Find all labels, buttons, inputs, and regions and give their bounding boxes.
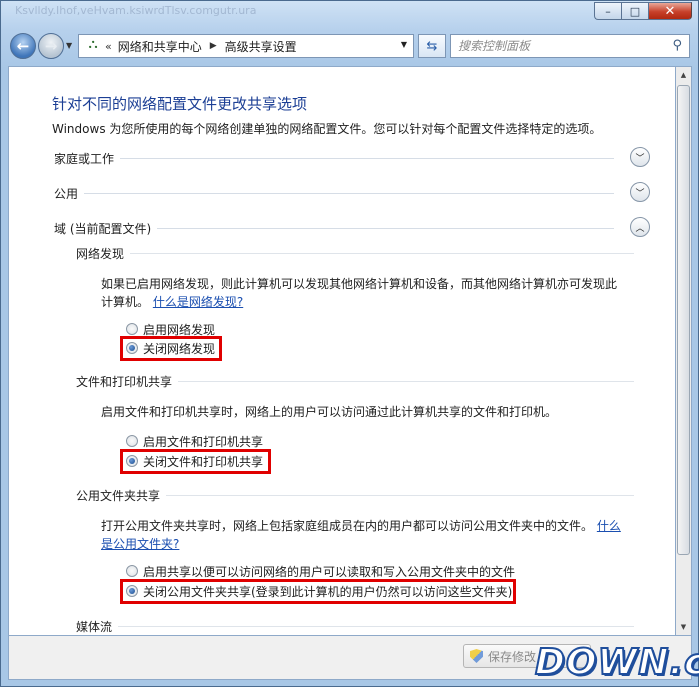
chevron-up-icon[interactable]: ︿ <box>630 217 650 237</box>
public-folder-header: 公用文件夹共享 <box>76 487 634 504</box>
divider <box>54 193 614 194</box>
public-folder-description: 打开公用文件夹共享时，网络上包括家庭组成员在内的用户都可以访问公用文件夹中的文件… <box>101 519 621 551</box>
forward-button[interactable]: → <box>38 33 64 59</box>
navigation-bar: ← → ▼ ⛬ « 网络和共享中心 ▶ 高级共享设置 ▼ ⇆ ⚲ <box>8 30 691 62</box>
search-input[interactable] <box>458 39 658 53</box>
profile-label: 家庭或工作 <box>54 150 121 167</box>
caption-buttons: – □ ✕ <box>594 2 692 20</box>
what-is-public-folder-link-a[interactable]: 什么 <box>597 519 621 533</box>
minimize-button[interactable]: – <box>594 2 621 20</box>
network-discovery-header: 网络发现 <box>76 245 634 262</box>
subsection-title: 公用文件夹共享 <box>76 487 167 504</box>
divider <box>54 158 614 159</box>
profile-label: 公用 <box>54 185 85 202</box>
address-chevron-icon[interactable]: « <box>105 40 112 53</box>
chevron-down-icon[interactable]: ﹀ <box>630 182 650 202</box>
highlight-box <box>120 449 271 474</box>
close-button[interactable]: ✕ <box>648 2 692 20</box>
breadcrumb-separator-icon[interactable]: ▶ <box>210 41 217 51</box>
window-title: Ksvlldy.Ihof,veHvam.ksiwrdTlsv.comgutr.u… <box>15 4 257 17</box>
what-is-network-discovery-link[interactable]: 什么是网络发现? <box>153 295 243 309</box>
file-printer-header: 文件和打印机共享 <box>76 373 634 390</box>
profile-public[interactable]: 公用 ﹀ <box>54 182 650 205</box>
profile-label: 域 (当前配置文件) <box>54 220 158 237</box>
recent-pages-dropdown-icon[interactable]: ▼ <box>66 41 72 50</box>
profile-home-work[interactable]: 家庭或工作 ﹀ <box>54 147 650 170</box>
radio-enable-network-discovery[interactable]: 启用网络发现 <box>126 321 215 337</box>
radio-button[interactable] <box>126 565 138 577</box>
breadcrumb-network-center[interactable]: 网络和共享中心 <box>118 38 202 55</box>
content-pane: 针对不同的网络配置文件更改共享选项 Windows 为您所使用的每个网络创建单独… <box>8 66 676 636</box>
divider <box>76 626 634 627</box>
highlight-box <box>120 336 222 361</box>
network-icon: ⛬ <box>88 37 98 52</box>
radio-button[interactable] <box>126 435 138 447</box>
file-printer-description: 启用文件和打印机共享时，网络上的用户可以访问通过此计算机共享的文件和打印机。 <box>101 405 558 419</box>
radio-enable-file-printer[interactable]: 启用文件和打印机共享 <box>126 433 263 449</box>
what-is-public-folder-link-b[interactable]: 是公用文件夹? <box>101 537 179 551</box>
breadcrumb-advanced-sharing[interactable]: 高级共享设置 <box>225 38 297 55</box>
search-icon[interactable]: ⚲ <box>672 38 682 53</box>
search-box[interactable]: ⚲ <box>450 34 690 58</box>
vertical-scrollbar[interactable]: ▲ ▼ <box>676 66 692 636</box>
page-description: Windows 为您所使用的每个网络创建单独的网络配置文件。您可以针对每个配置文… <box>52 122 602 136</box>
scroll-down-icon[interactable]: ▼ <box>676 619 691 635</box>
network-discovery-description: 如果已启用网络发现，则此计算机可以发现其他网络计算机和设备，而其他网络计算机亦可… <box>101 277 618 309</box>
shield-icon <box>470 649 483 663</box>
address-bar[interactable]: ⛬ « 网络和共享中心 ▶ 高级共享设置 ▼ <box>78 34 414 58</box>
subsection-title: 媒体流 <box>76 618 119 635</box>
back-button[interactable]: ← <box>10 33 36 59</box>
maximize-button[interactable]: □ <box>621 2 648 20</box>
refresh-button[interactable]: ⇆ <box>418 34 446 58</box>
subsection-title: 文件和打印机共享 <box>76 373 179 390</box>
subsection-title: 网络发现 <box>76 245 131 262</box>
watermark-logo: DOWN.cc <box>534 641 699 684</box>
profile-domain[interactable]: 域 (当前配置文件) ︿ <box>54 217 650 240</box>
divider <box>76 253 634 254</box>
radio-enable-public-folder[interactable]: 启用共享以便可以访问网络的用户可以读取和写入公用文件夹中的文件 <box>126 563 515 579</box>
media-streaming-header: 媒体流 <box>76 618 634 635</box>
chevron-down-icon[interactable]: ﹀ <box>630 147 650 167</box>
scrollbar-thumb[interactable] <box>677 85 690 555</box>
highlight-box <box>120 579 516 604</box>
page-title: 针对不同的网络配置文件更改共享选项 <box>52 95 308 113</box>
scroll-up-icon[interactable]: ▲ <box>676 67 691 83</box>
radio-button[interactable] <box>126 323 138 335</box>
address-dropdown-icon[interactable]: ▼ <box>401 40 407 49</box>
